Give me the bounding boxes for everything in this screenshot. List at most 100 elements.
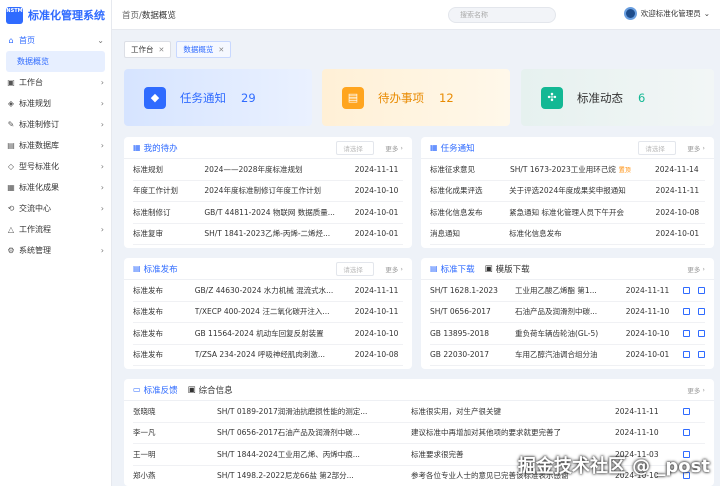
download-icon[interactable] (683, 329, 691, 337)
download-icon[interactable] (683, 429, 690, 437)
chevron-right-icon: › (100, 162, 104, 171)
cell: 郑小燕 (133, 471, 156, 481)
table-row[interactable]: 标准化成果评选 关于评选2024年度成果奖申报通知 2024-11-11 (430, 181, 705, 202)
breadcrumb-root[interactable]: 首页 (122, 11, 139, 21)
download-icon[interactable] (683, 286, 691, 294)
chevron-right-icon: › (100, 246, 104, 255)
sidebar-item-label: 工作流程 (19, 225, 51, 234)
table-row[interactable]: 标准征求意见 SH/T 1673-2023工业用环己烷 置顶 2024-11-14 (430, 159, 705, 181)
cell: 2024-11-11 (354, 285, 399, 295)
stat-value: 29 (241, 90, 256, 105)
table-row[interactable]: 张晓晓 SH/T 0189-2017润滑油抗磨损性能的测定... 标准很实用，对生产… (133, 401, 705, 423)
chevron-right-icon: › (100, 120, 104, 129)
sidebar-subitem-overview[interactable]: 数据概览 (6, 51, 105, 72)
sidebar-item-label: 工作台 (19, 78, 43, 87)
sidebar-item[interactable]: ◈ 标准规划 › (0, 93, 111, 114)
tab-standard-download[interactable]: ▤ 标准下载 (430, 263, 475, 275)
result-icon: ▦ (7, 183, 15, 192)
filter-select[interactable]: 请选择 (638, 140, 677, 155)
sidebar-item[interactable]: ◇ 型号标准化 › (0, 156, 111, 177)
panel-title: ▤ 标准发布 (133, 264, 178, 275)
sidebar-item[interactable]: ⌂ 首页 ⌄ (0, 30, 111, 51)
tab-general-info[interactable]: ▣ 综合信息 (188, 384, 233, 396)
stat-card-todo[interactable]: ▤ 待办事项 12 (322, 69, 510, 126)
home-icon: ⌂ (8, 36, 14, 45)
preview-icon[interactable] (698, 351, 705, 359)
cell: GB 11564-2024 机动车回复反射装置 (194, 328, 324, 338)
close-icon[interactable]: ✕ (218, 46, 224, 54)
page-tabs: 工作台 ✕ 数据概览 ✕ (124, 41, 236, 58)
page-tab[interactable]: 数据概览 ✕ (176, 41, 232, 58)
sidebar-item[interactable]: ▣ 工作台 › (0, 72, 111, 93)
filter-select[interactable]: 请选择 (336, 140, 375, 155)
app-logo[interactable]: NSTM 标准化管理系统 (0, 0, 111, 30)
more-link[interactable]: 更多 (385, 264, 398, 274)
preview-icon[interactable] (698, 308, 705, 316)
panel-title: ▦ 任务通知 (430, 143, 475, 154)
stat-label: 标准动态 (577, 90, 623, 105)
cell: SH/T 1841-2023乙烯-丙烯-二烯烃... (204, 229, 331, 239)
preview-icon[interactable] (698, 286, 705, 294)
chevron-right-icon: › (100, 99, 104, 108)
filter-select[interactable]: 请选择 (336, 261, 375, 276)
tab-template-download[interactable]: ▣ 模版下载 (485, 263, 530, 275)
page-tab[interactable]: 工作台 ✕ (124, 41, 172, 58)
table-row[interactable]: 标准化信息发布 紧急通知 标准化管理人员下午开会 2024-10-08 (430, 202, 705, 224)
settings-icon: ⚙ (7, 246, 15, 255)
stat-label: 任务通知 (180, 90, 226, 105)
table-row[interactable]: SH/T 1628.1-2023 工业用乙酸乙烯酯 第1... 2024-11-11 (430, 280, 705, 302)
cell: 车用乙醇汽油调合组分油 (515, 350, 598, 360)
cell: SH/T 1498.2-2022尼龙66盐 第2部分... (217, 471, 354, 481)
cell: 紧急通知 标准化管理人员下午开会 (509, 207, 625, 217)
table-row[interactable]: SH/T 0656-2017 石油产品及润滑剂中碳... 2024-11-10 (430, 302, 705, 323)
table-row[interactable]: 李一凡 SH/T 0656-2017石油产品及润滑剂中碳... 建议标准中再增加对其… (133, 423, 705, 444)
more-link[interactable]: 更多 (687, 385, 700, 395)
chevron-right-icon: › (100, 204, 104, 213)
sidebar-item[interactable]: ⟲ 交流中心 › (0, 198, 111, 219)
sidebar-item[interactable]: △ 工作流程 › (0, 219, 111, 240)
cell: 张晓晓 (133, 406, 156, 416)
more-link[interactable]: 更多 (687, 264, 700, 274)
user-menu[interactable]: 欢迎标准化管理员 ⌄ (623, 7, 710, 20)
cell: 石油产品及润滑剂中碳... (515, 307, 598, 317)
table-row[interactable]: 标准发布 T/XECP 400-2024 汪二氧化碳开注入... 2024-10-1… (133, 302, 403, 323)
sidebar-item[interactable]: ▦ 标准化成果 › (0, 177, 111, 198)
chevron-right-icon: › (398, 264, 403, 273)
calendar-icon: ▦ (133, 143, 141, 152)
table-row[interactable]: GB 22030-2017 车用乙醇汽油调合组分油 2024-10-01 (430, 345, 705, 366)
cell: SH/T 0656-2017 (430, 307, 491, 317)
cell: GB 13895-2018 (430, 328, 489, 338)
download-icon[interactable] (683, 407, 690, 415)
more-link[interactable]: 更多 (687, 143, 700, 153)
cell: 2024-10-01 (655, 229, 700, 239)
table-row[interactable]: 消息通知 标准化信息发布 2024-10-01 (430, 224, 705, 245)
tab-standard-feedback[interactable]: ▭ 标准反馈 (133, 384, 178, 396)
download-icon[interactable] (683, 308, 691, 316)
stat-card-dynamic[interactable]: ✣ 标准动态 6 (521, 69, 714, 126)
table-row[interactable]: 标准发布 GB 11564-2024 机动车回复反射装置 2024-10-10 (133, 323, 403, 345)
table-row[interactable]: 标准规划 2024——2028年度标准规划 2024-11-11 (133, 159, 403, 181)
sidebar-item[interactable]: ▤ 标准数据库 › (0, 135, 111, 156)
cell: 李一凡 (133, 428, 156, 438)
sidebar-item[interactable]: ✎ 标准制修订 › (0, 114, 111, 135)
sidebar-item[interactable]: ⚙ 系统管理 › (0, 240, 111, 261)
workbench-icon: ▣ (7, 78, 15, 87)
table-row[interactable]: 标准发布 T/ZSA 234-2024 呼吸神经肌肉刺激... 2024-10-08 (133, 345, 403, 366)
table-row[interactable]: 标准复审 SH/T 1841-2023乙烯-丙烯-二烯烃... 2024-10-01 (133, 224, 403, 245)
preview-icon[interactable] (698, 329, 705, 337)
close-icon[interactable]: ✕ (159, 46, 165, 54)
cell: 标准很实用，对生产很关键 (411, 406, 501, 416)
table-row[interactable]: 年度工作计划 2024年度标准制修订年度工作计划 2024-10-10 (133, 181, 403, 202)
table-row[interactable]: GB 13895-2018 重负荷车辆齿轮油(GL-5) 2024-10-10 (430, 323, 705, 345)
more-link[interactable]: 更多 (385, 143, 398, 153)
table-row[interactable]: 标准制修订 GB/T 44811-2024 物联网 数据质量... 2024-10-… (133, 202, 403, 224)
search-input[interactable]: 搜索名称 (448, 7, 556, 23)
plan-icon: ◈ (7, 99, 15, 108)
cell: 2024-10-01 (354, 229, 399, 239)
download-icon[interactable] (683, 351, 691, 359)
sidebar-item-label: 首页 (19, 36, 35, 45)
cell: 2024-10-01 (625, 350, 670, 360)
download-icon: ▤ (430, 264, 438, 273)
table-row[interactable]: 标准发布 GB/Z 44630-2024 水力机械 混流式水... 2024-11-… (133, 280, 403, 302)
stat-card-task[interactable]: ◆ 任务通知 29 (124, 69, 312, 126)
